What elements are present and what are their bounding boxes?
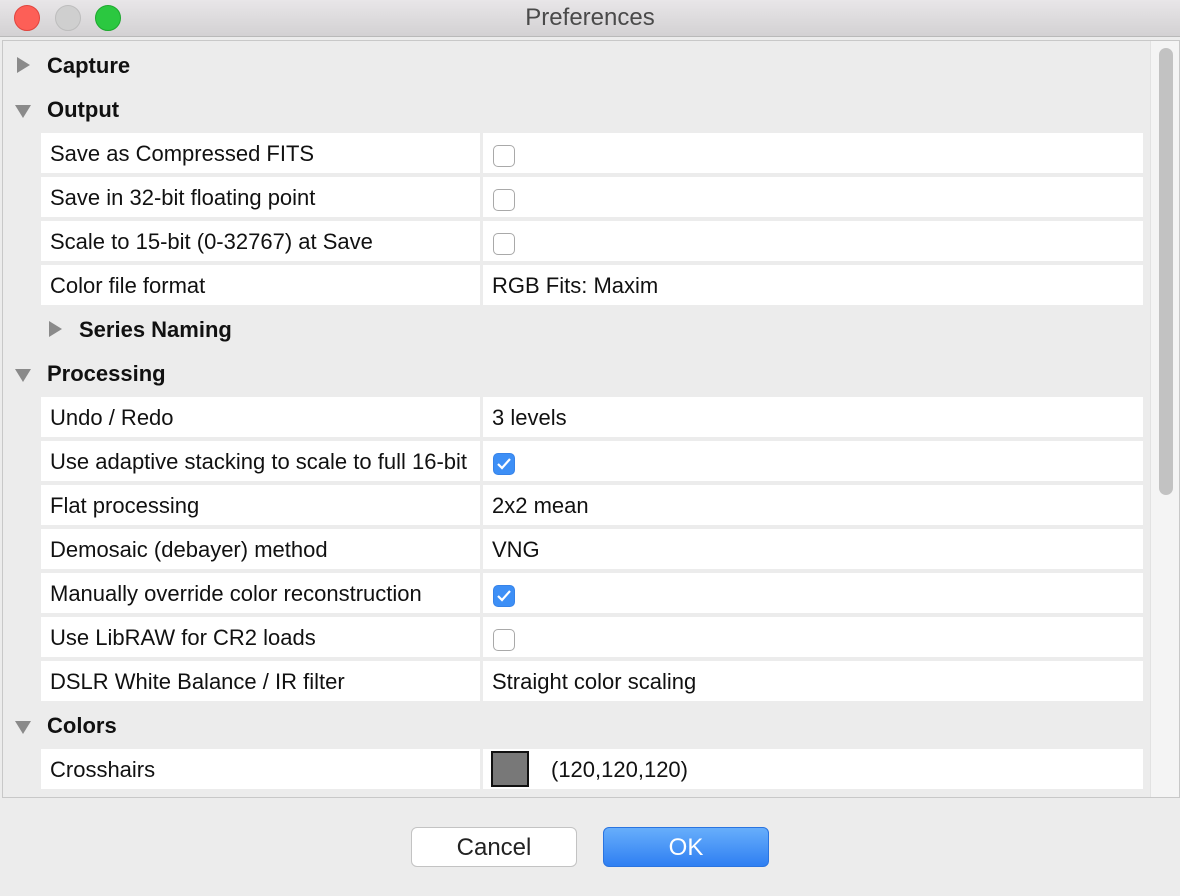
group-label: Output: [47, 97, 120, 122]
float32-checkbox[interactable]: [493, 189, 515, 211]
pref-label: DSLR White Balance / IR filter: [50, 669, 345, 694]
disclosure-right-icon[interactable]: [17, 57, 30, 73]
group-output[interactable]: Output: [3, 87, 1143, 131]
flat-processing-value[interactable]: 2x2 mean: [483, 485, 1143, 525]
group-label: Capture: [47, 53, 131, 78]
pref-label: Use adaptive stacking to scale to full 1…: [50, 449, 468, 474]
pref-row-override-color: Manually override color reconstruction: [41, 571, 1143, 615]
preferences-tree[interactable]: Capture Output Save as Compressed FITS S…: [2, 40, 1180, 798]
scale15-checkbox[interactable]: [493, 233, 515, 255]
pref-row-scale15: Scale to 15-bit (0-32767) at Save: [41, 219, 1143, 263]
title-bar: Preferences: [0, 0, 1180, 37]
override-color-checkbox[interactable]: [493, 585, 515, 607]
window-title: Preferences: [525, 4, 655, 31]
pref-row-crosshairs: Crosshairs (120,120,120): [41, 747, 1143, 791]
pref-row-compressed-fits: Save as Compressed FITS: [41, 131, 1143, 175]
disclosure-down-icon[interactable]: [15, 721, 31, 734]
group-series-naming[interactable]: Series Naming: [3, 307, 1143, 351]
vertical-scrollbar[interactable]: [1150, 41, 1179, 797]
libraw-checkbox[interactable]: [493, 629, 515, 651]
color-format-value[interactable]: RGB Fits: Maxim: [483, 265, 1143, 305]
scrollbar-thumb[interactable]: [1159, 48, 1173, 495]
pref-row-libraw: Use LibRAW for CR2 loads: [41, 615, 1143, 659]
adaptive-stacking-checkbox[interactable]: [493, 453, 515, 475]
undo-value[interactable]: 3 levels: [483, 397, 1143, 437]
group-label: Series Naming: [79, 317, 232, 342]
pref-row-white-balance: DSLR White Balance / IR filter Straight …: [41, 659, 1143, 703]
pref-label: Color file format: [50, 273, 206, 298]
pref-row-flat-processing: Flat processing 2x2 mean: [41, 483, 1143, 527]
pref-row-float32: Save in 32-bit floating point: [41, 175, 1143, 219]
cancel-button[interactable]: Cancel: [411, 827, 577, 867]
pref-label: Save in 32-bit floating point: [50, 185, 316, 210]
pref-row-undo: Undo / Redo 3 levels: [41, 395, 1143, 439]
crosshairs-color-value: (120,120,120): [551, 757, 688, 782]
group-label: Colors: [47, 713, 117, 738]
pref-row-adaptive-stacking: Use adaptive stacking to scale to full 1…: [41, 439, 1143, 483]
group-capture[interactable]: Capture: [3, 43, 1143, 87]
group-label: Processing: [47, 361, 166, 386]
pref-label: Scale to 15-bit (0-32767) at Save: [50, 229, 373, 254]
checkmark-icon: [497, 590, 511, 602]
pref-label: Undo / Redo: [50, 405, 174, 430]
pref-row-demosaic: Demosaic (debayer) method VNG: [41, 527, 1143, 571]
pref-row-color-format: Color file format RGB Fits: Maxim: [41, 263, 1143, 307]
group-colors[interactable]: Colors: [3, 703, 1143, 747]
pref-label: Demosaic (debayer) method: [50, 537, 328, 562]
pref-label: Save as Compressed FITS: [50, 141, 315, 166]
pref-label: Use LibRAW for CR2 loads: [50, 625, 316, 650]
demosaic-value[interactable]: VNG: [483, 529, 1143, 569]
disclosure-right-icon[interactable]: [49, 321, 62, 337]
group-processing[interactable]: Processing: [3, 351, 1143, 395]
crosshairs-color-swatch[interactable]: [491, 751, 529, 787]
ok-button[interactable]: OK: [603, 827, 769, 867]
white-balance-value[interactable]: Straight color scaling: [483, 661, 1143, 701]
disclosure-down-icon[interactable]: [15, 105, 31, 118]
checkmark-icon: [497, 458, 511, 470]
disclosure-down-icon[interactable]: [15, 369, 31, 382]
pref-label: Manually override color reconstruction: [50, 581, 422, 606]
pref-label: Crosshairs: [50, 757, 156, 782]
compressed-fits-checkbox[interactable]: [493, 145, 515, 167]
pref-label: Flat processing: [50, 493, 200, 518]
